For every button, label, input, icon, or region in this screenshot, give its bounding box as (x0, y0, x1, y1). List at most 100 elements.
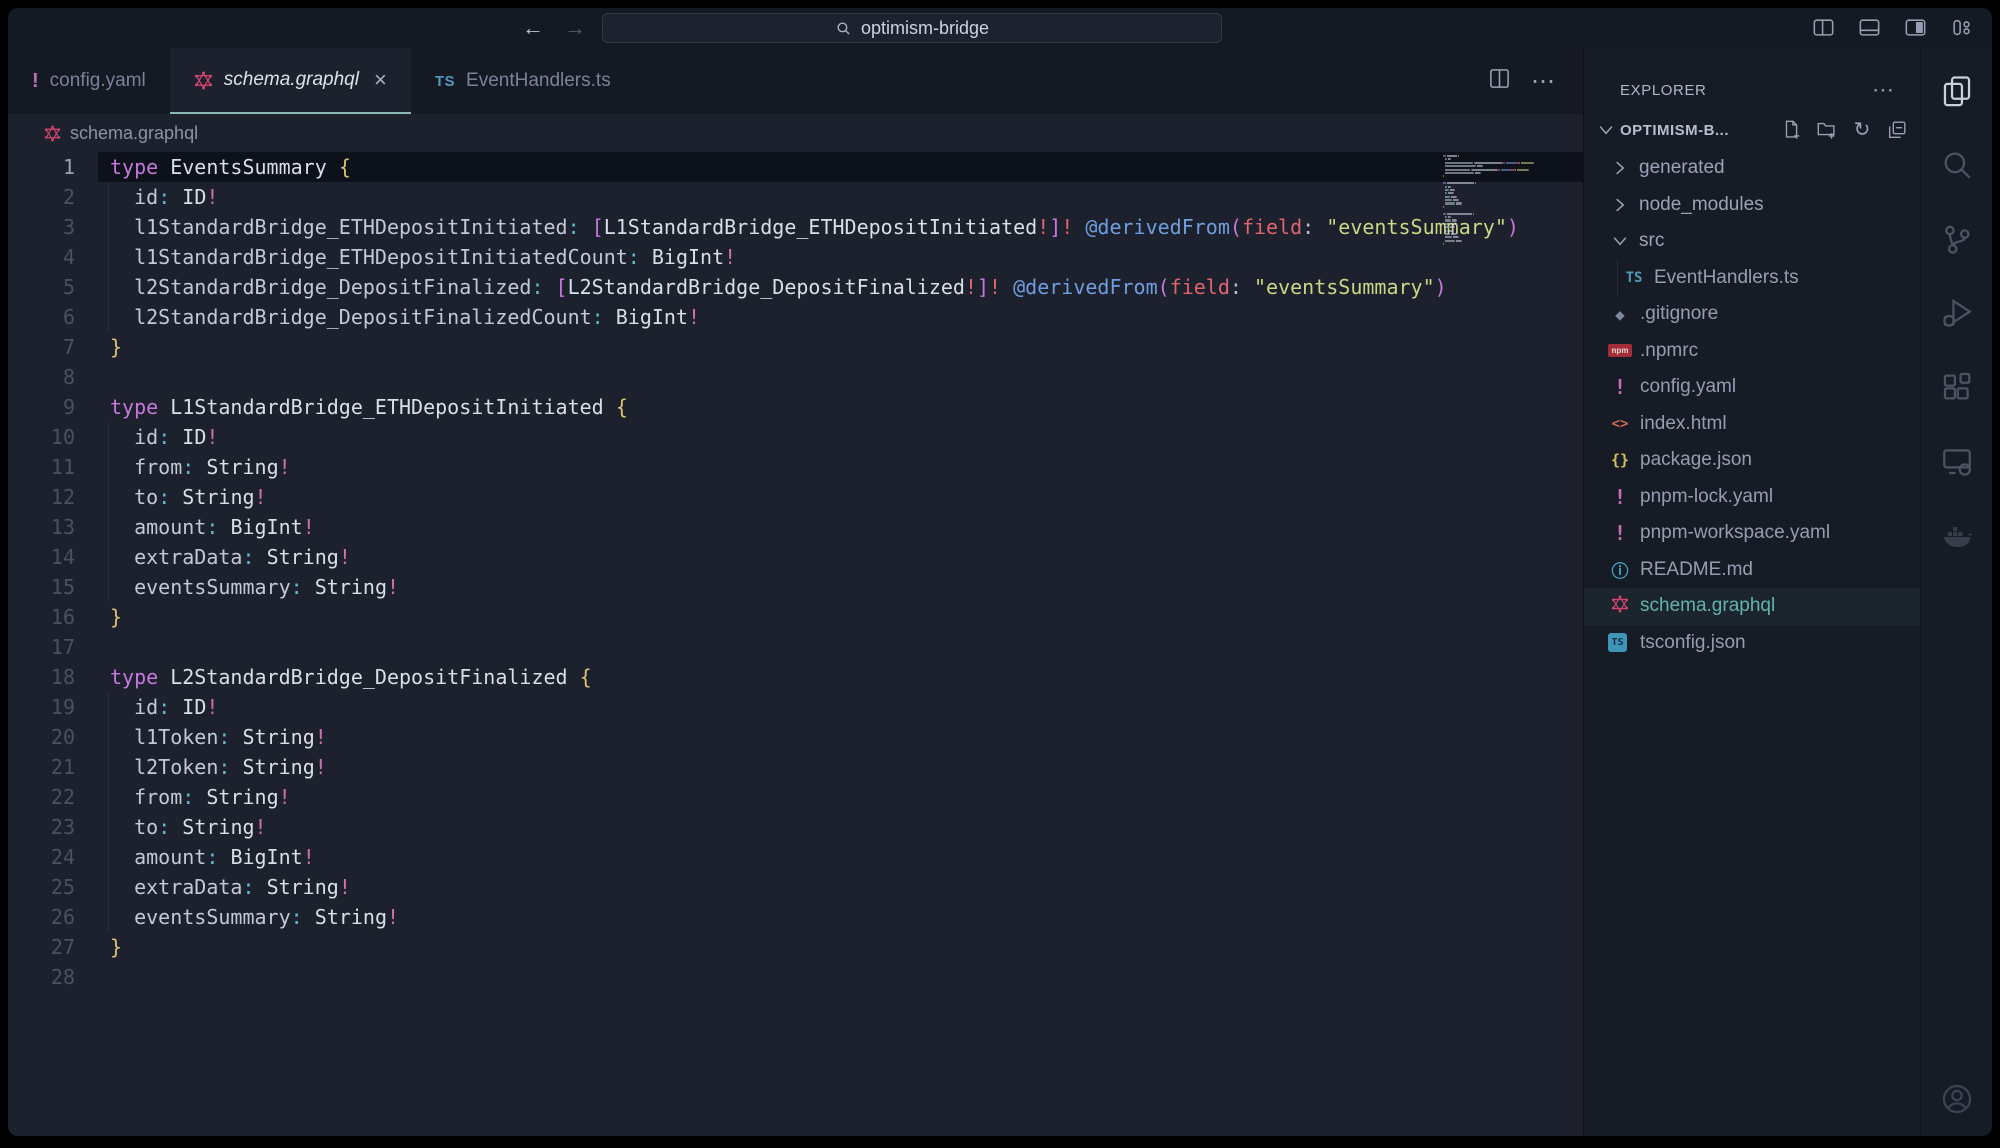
code-line-7[interactable]: 7} (8, 332, 1583, 362)
code-line-12[interactable]: 12 to: String! (8, 482, 1583, 512)
line-content: to: String! (98, 482, 1583, 512)
breadcrumb-filename: schema.graphql (70, 123, 198, 144)
chevron-down-icon (1610, 231, 1630, 251)
run-debug-icon[interactable] (1940, 296, 1974, 330)
file-tree-item-pnpm-lock.yaml[interactable]: !pnpm-lock.yaml (1584, 479, 1920, 516)
code-line-8[interactable]: 8 (8, 362, 1583, 392)
code-line-6[interactable]: 6 l2StandardBridge_DepositFinalizedCount… (8, 302, 1583, 332)
extensions-icon[interactable] (1940, 370, 1974, 404)
yaml-icon: ! (1608, 375, 1632, 399)
file-tree-item-tsconfig.json[interactable]: TS tsconfig.json (1584, 625, 1920, 662)
file-tree-item-.npmrc[interactable]: npm.npmrc (1584, 333, 1920, 370)
workspace-section-header[interactable]: OPTIMISM-B... ↻ (1584, 110, 1920, 150)
code-line-27[interactable]: 27} (8, 932, 1583, 962)
code-line-22[interactable]: 22 from: String! (8, 782, 1583, 812)
tree-item-label: tsconfig.json (1640, 632, 1746, 654)
code-line-5[interactable]: 5 l2StandardBridge_DepositFinalized: [L2… (8, 272, 1583, 302)
toggle-left-panel-icon[interactable] (1811, 17, 1836, 39)
toggle-bottom-panel-icon[interactable] (1857, 17, 1882, 39)
indent-guide (108, 512, 109, 542)
line-number: 17 (8, 632, 98, 662)
tab-config-yaml[interactable]: ! config.yaml (8, 48, 170, 114)
account-icon[interactable] (1940, 1082, 1974, 1116)
code-line-20[interactable]: 20 l1Token: String! (8, 722, 1583, 752)
tab-schema-graphql[interactable]: schema.graphql × (170, 48, 411, 114)
forward-icon[interactable]: → (562, 15, 588, 41)
code-line-23[interactable]: 23 to: String! (8, 812, 1583, 842)
line-content: extraData: String! (98, 872, 1583, 902)
file-tree-item-schema.graphql[interactable]: schema.graphql (1584, 588, 1920, 625)
line-number: 18 (8, 662, 98, 692)
docker-icon[interactable] (1940, 518, 1974, 552)
breadcrumb[interactable]: schema.graphql (8, 114, 1583, 152)
folder-tree-item-generated[interactable]: generated (1584, 150, 1920, 187)
source-control-icon[interactable] (1940, 222, 1974, 256)
new-folder-icon[interactable] (1816, 119, 1838, 141)
code-line-11[interactable]: 11 from: String! (8, 452, 1583, 482)
tree-item-label: pnpm-workspace.yaml (1640, 522, 1830, 544)
vscode-window: ← → optimism-bridge ! (8, 8, 1992, 1136)
tsconfig-icon: TS (1608, 633, 1627, 652)
command-center-search[interactable]: optimism-bridge (602, 13, 1222, 43)
code-line-18[interactable]: 18type L2StandardBridge_DepositFinalized… (8, 662, 1583, 692)
code-line-1[interactable]: 1type EventsSummary { (8, 152, 1583, 182)
code-line-15[interactable]: 15 eventsSummary: String! (8, 572, 1583, 602)
file-tree-item-index.html[interactable]: <>index.html (1584, 406, 1920, 443)
file-tree-item-EventHandlers.ts[interactable]: TSEventHandlers.ts (1584, 260, 1920, 297)
split-editor-icon[interactable] (1488, 67, 1511, 95)
code-line-26[interactable]: 26 eventsSummary: String! (8, 902, 1583, 932)
code-editor[interactable]: 1type EventsSummary {2 id: ID!3 l1Standa… (8, 152, 1583, 1136)
line-number: 27 (8, 932, 98, 962)
toggle-right-sidebar-icon[interactable] (1903, 17, 1928, 39)
explorer-more-actions-icon[interactable]: ⋯ (1872, 77, 1894, 103)
line-number: 22 (8, 782, 98, 812)
remote-explorer-icon[interactable] (1940, 444, 1974, 478)
code-line-16[interactable]: 16} (8, 602, 1583, 632)
file-tree-item-README.md[interactable]: ⓘREADME.md (1584, 552, 1920, 589)
close-icon[interactable]: × (374, 67, 387, 93)
code-line-13[interactable]: 13 amount: BigInt! (8, 512, 1583, 542)
line-content: id: ID! (98, 692, 1583, 722)
code-line-21[interactable]: 21 l2Token: String! (8, 752, 1583, 782)
indent-guide (108, 482, 109, 512)
code-line-19[interactable]: 19 id: ID! (8, 692, 1583, 722)
tab-label: config.yaml (50, 70, 146, 92)
code-line-17[interactable]: 17 (8, 632, 1583, 662)
file-tree-item-pnpm-workspace.yaml[interactable]: !pnpm-workspace.yaml (1584, 515, 1920, 552)
code-line-2[interactable]: 2 id: ID! (8, 182, 1583, 212)
search-icon[interactable] (1940, 148, 1974, 182)
explorer-icon[interactable] (1940, 74, 1974, 108)
collapse-folders-icon[interactable] (1886, 119, 1908, 141)
folder-tree-item-src[interactable]: src (1584, 223, 1920, 260)
code-line-3[interactable]: 3 l1StandardBridge_ETHDepositInitiated: … (8, 212, 1583, 242)
tree-item-label: node_modules (1639, 194, 1764, 216)
back-icon[interactable]: ← (520, 15, 546, 41)
code-line-24[interactable]: 24 amount: BigInt! (8, 842, 1583, 872)
tab-eventhandlers-ts[interactable]: TS EventHandlers.ts (411, 48, 635, 114)
indent-guide (108, 542, 109, 572)
line-content: l2Token: String! (98, 752, 1583, 782)
code-line-9[interactable]: 9type L1StandardBridge_ETHDepositInitiat… (8, 392, 1583, 422)
chevron-down-icon (1596, 120, 1616, 140)
line-number: 16 (8, 602, 98, 632)
indent-guide (108, 272, 109, 302)
file-tree-item-config.yaml[interactable]: !config.yaml (1584, 369, 1920, 406)
tab-label: schema.graphql (224, 69, 359, 91)
code-line-28[interactable]: 28 (8, 962, 1583, 992)
file-tree-item-package.json[interactable]: {}package.json (1584, 442, 1920, 479)
code-line-4[interactable]: 4 l1StandardBridge_ETHDepositInitiatedCo… (8, 242, 1583, 272)
file-tree-item-.gitignore[interactable]: ◆.gitignore (1584, 296, 1920, 333)
line-number: 4 (8, 242, 98, 272)
editor-more-actions-icon[interactable]: ⋯ (1531, 67, 1557, 96)
refresh-icon[interactable]: ↻ (1851, 119, 1873, 141)
code-line-14[interactable]: 14 extraData: String! (8, 542, 1583, 572)
customize-layout-icon[interactable] (1949, 17, 1974, 39)
tree-item-label: pnpm-lock.yaml (1640, 486, 1773, 508)
minimap[interactable] (1443, 155, 1563, 250)
line-number: 28 (8, 962, 98, 992)
folder-tree-item-node_modules[interactable]: node_modules (1584, 187, 1920, 224)
code-line-25[interactable]: 25 extraData: String! (8, 872, 1583, 902)
code-line-10[interactable]: 10 id: ID! (8, 422, 1583, 452)
indent-guide (108, 722, 109, 752)
new-file-icon[interactable] (1781, 119, 1803, 141)
